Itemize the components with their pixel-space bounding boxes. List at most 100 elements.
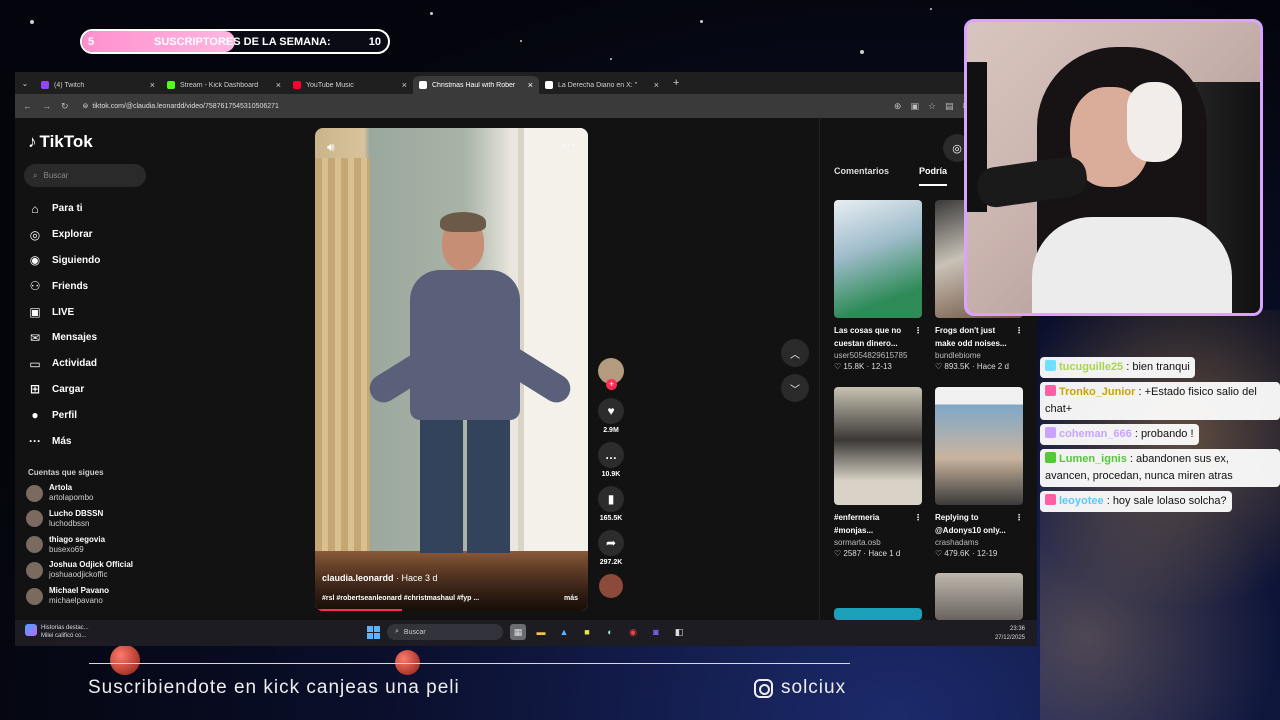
video-more-icon[interactable]: ··· [562,136,576,152]
sidebar-item-live[interactable]: ▣ LIVE [27,299,100,325]
sidebar-item-mensajes[interactable]: ✉ Mensajes [27,325,100,351]
sidebar-item-para-ti[interactable]: ⌂ Para ti [27,196,100,222]
following-account[interactable]: Lucho DBSSN luchodbssn [26,509,103,529]
sidebar-item-perfil[interactable]: ● Perfil [27,402,100,428]
tab-search-button[interactable]: ⌄ [15,79,35,88]
close-tab-icon[interactable]: × [150,80,155,90]
card-author[interactable]: user5054829615785 [834,351,922,360]
following-account[interactable]: Michael Pavano michaelpavano [26,586,109,606]
recommended-video-card[interactable] [935,573,1023,620]
music-disc-icon[interactable] [599,574,623,598]
recommended-video-card[interactable]: #enfermeria #monjas... ⋮ sormarta.osb ♡ 2… [834,387,922,558]
file-explorer-icon[interactable]: ▬ [533,624,549,640]
card-author[interactable]: bundlebiome [935,351,1023,360]
chat-message: tucuguille25 : bien tranqui [1040,357,1195,378]
sidepanel-icon[interactable]: ▤ [945,101,954,112]
webcam-overlay [964,19,1263,316]
follow-plus-icon[interactable]: + [606,379,617,390]
url-field[interactable]: ⊜ tiktok.com/@claudia.leonardd/video/758… [79,98,884,114]
video-thumbnail[interactable] [935,573,1023,620]
close-tab-icon[interactable]: × [528,80,533,90]
tab-podria-gustarte[interactable]: Podría [919,166,948,186]
taskbar-clock[interactable]: 23:36 27/12/2025 [995,625,1025,643]
obs-icon[interactable]: ◐ [602,624,618,640]
chat-badge-icon [1045,452,1056,463]
recommended-video-card[interactable] [834,608,922,620]
bookmark-icon[interactable]: ▮ [598,486,624,512]
chat-username[interactable]: Lumen_ignis [1059,453,1127,465]
video-progress-bar[interactable] [315,609,403,611]
recommended-video-card[interactable]: Replying to @Adonys10 only... ⋮ crashadam… [935,387,1023,558]
sidebar-item-friends[interactable]: ⚇ Friends [27,273,100,299]
search-input[interactable]: ⌕ Buscar [24,164,146,187]
app-icon[interactable]: ◧ [671,624,687,640]
chat-username[interactable]: leoyotee [1059,495,1104,507]
browser-tab[interactable]: Stream - Kick Dashboard × [161,76,287,94]
creator-avatar[interactable]: + [598,358,624,390]
zoom-icon[interactable]: ⊕ [894,101,902,112]
video-author-name[interactable]: claudia.leonardd [322,573,394,583]
sidebar-item-actividad[interactable]: ▭ Actividad [27,351,100,377]
video-thumbnail[interactable] [834,387,922,505]
photos-app-icon[interactable]: ▲ [556,624,572,640]
sidebar-item-siguiendo[interactable]: ◉ Siguiendo [27,248,101,274]
following-account[interactable]: Joshua Odjick Official joshuaodjickoffic [26,560,133,580]
card-more-icon[interactable]: ⋮ [1015,511,1023,524]
close-tab-icon[interactable]: × [276,80,281,90]
recommended-video-card[interactable]: Las cosas que no cuestan dinero... ⋮ user… [834,200,922,371]
sidebar-item-m-s[interactable]: ··· Más [27,428,100,454]
sticky-notes-icon[interactable]: ■ [579,624,595,640]
video-thumbnail[interactable] [834,200,922,318]
video-author[interactable]: claudia.leonardd · Hace 3 d [322,573,438,583]
browser-tab[interactable]: Christmas Haul with Rober × [413,76,539,94]
video-player[interactable]: 🔊︎ ··· claudia.leonardd · Hace 3 d #rsl … [315,128,588,611]
new-tab-button[interactable]: + [665,77,687,89]
tiktok-logo[interactable]: ♪ TikTok [28,132,93,152]
chat-username[interactable]: coheman_666 [1059,428,1132,440]
account-handle: busexo69 [49,544,84,554]
share-icon[interactable]: ➦ [598,530,624,556]
video-more-link[interactable]: más [564,595,578,602]
sidebar-item-cargar[interactable]: ⊞ Cargar [27,377,100,403]
close-tab-icon[interactable]: × [654,80,659,90]
comment-icon[interactable]: … [598,442,624,468]
card-more-icon[interactable]: ⋮ [914,511,922,524]
tab-comentarios[interactable]: Comentarios [834,166,889,186]
card-author[interactable]: sormarta.osb [834,538,922,547]
like-icon[interactable]: ♥ [598,398,624,424]
discord-icon[interactable]: ◙ [648,624,664,640]
card-title: Replying to @Adonys10 only... [935,513,1006,535]
video-thumbnail[interactable] [935,387,1023,505]
forward-icon[interactable]: → [42,101,51,111]
bookmark-star-icon[interactable]: ☆ [928,101,936,112]
windows-start-icon[interactable] [367,625,380,639]
avatar [26,587,43,605]
sidebar-item-label: Para ti [52,203,83,215]
card-author[interactable]: crashadams [935,538,1023,547]
back-icon[interactable]: ← [23,101,32,111]
browser-tab[interactable]: La Derecha Diario en X: " × [539,76,665,94]
video-thumbnail[interactable] [834,608,922,620]
following-account[interactable]: thiago segovia busexo69 [26,535,105,555]
close-tab-icon[interactable]: × [402,80,407,90]
footer-promo: Suscribiendote en kick canjeas una peli [88,677,460,698]
card-more-icon[interactable]: ⋮ [1015,324,1023,337]
video-hashtags[interactable]: #rsl #robertseanleonard #christmashaul #… [322,595,479,602]
following-account[interactable]: Artola artolapombo [26,483,93,503]
previous-video-button[interactable]: ︿ [781,339,809,367]
chat-username[interactable]: Tronko_Junior [1059,386,1135,398]
sidebar-item-explorar[interactable]: ◎ Explorar [27,222,100,248]
next-video-button[interactable]: ﹀ [781,374,809,402]
taskbar-search[interactable]: ⌕ Buscar [387,624,503,640]
news-widget[interactable]: Historias destac... Milei calificó co... [25,624,89,640]
browser-tab[interactable]: YouTube Music × [287,76,413,94]
cast-icon[interactable]: ▣ [910,101,919,112]
card-more-icon[interactable]: ⋮ [914,324,922,337]
site-info-icon[interactable]: ⊜ [83,102,89,110]
volume-icon[interactable]: 🔊︎ [327,140,335,155]
browser-tab[interactable]: (4) Twitch × [35,76,161,94]
calendar-app-icon[interactable]: ▦ [510,624,526,640]
reload-icon[interactable]: ↻ [61,101,69,112]
chat-username[interactable]: tucuguille25 [1059,361,1123,373]
chrome-icon[interactable]: ◉ [625,624,641,640]
